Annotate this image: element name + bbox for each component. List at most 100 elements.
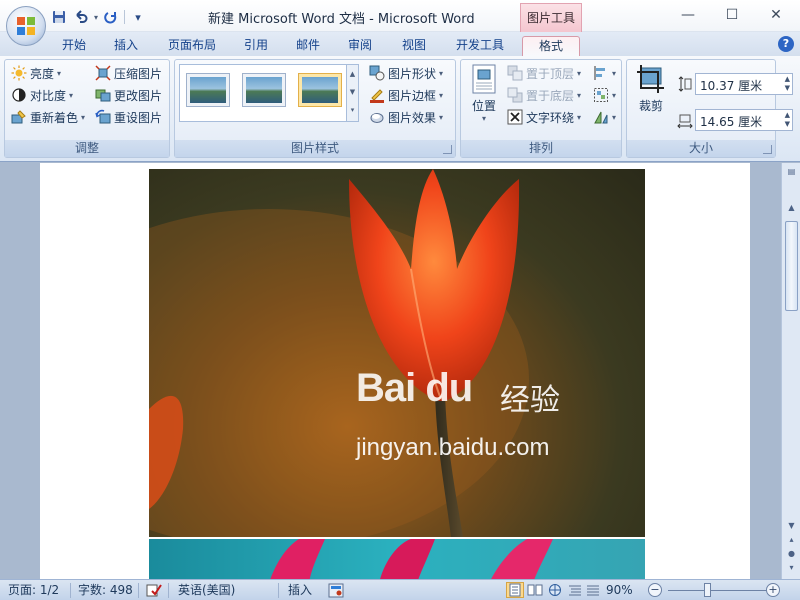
- next-page-icon[interactable]: ▾: [784, 561, 799, 575]
- bring-to-front-button[interactable]: 置于顶层 ▾: [507, 63, 581, 83]
- qat-separator: [124, 10, 126, 24]
- second-tulip-photo[interactable]: [149, 539, 645, 579]
- tab-insert[interactable]: 插入: [106, 36, 146, 56]
- size-launcher-icon[interactable]: [763, 145, 772, 154]
- height-spinner-arrows-icon[interactable]: ▲ ▼: [785, 75, 790, 93]
- picture-tools-header: 图片工具: [520, 3, 582, 32]
- close-button[interactable]: ✕: [756, 4, 796, 26]
- browse-object-icon[interactable]: ●: [784, 547, 799, 561]
- gallery-up-icon[interactable]: ▲: [347, 65, 358, 83]
- gallery-more-icon[interactable]: ▾: [347, 101, 358, 119]
- group-objects-button[interactable]: ▾: [593, 85, 616, 105]
- compress-pictures-button[interactable]: 压缩图片: [95, 63, 162, 83]
- picture-styles-gallery[interactable]: ▲ ▼ ▾: [179, 64, 359, 122]
- tab-view[interactable]: 视图: [394, 36, 434, 56]
- tab-review[interactable]: 审阅: [340, 36, 380, 56]
- office-logo-icon: [17, 17, 35, 35]
- macro-recording-icon[interactable]: [328, 583, 344, 598]
- insert-mode[interactable]: 插入: [288, 582, 312, 599]
- page-count[interactable]: 页面: 1/2: [8, 582, 59, 599]
- scroll-down-icon[interactable]: ▼: [784, 519, 799, 533]
- office-button[interactable]: [6, 6, 46, 46]
- word-count[interactable]: 字数: 498: [78, 582, 133, 599]
- picture-border-button[interactable]: 图片边框 ▾: [369, 85, 443, 105]
- zoom-in-icon[interactable]: +: [766, 583, 780, 597]
- picture-styles-launcher-icon[interactable]: [443, 145, 452, 154]
- crop-label: 裁剪: [638, 99, 663, 113]
- rotate-button[interactable]: ▾: [593, 107, 616, 127]
- previous-page-icon[interactable]: ▴: [784, 533, 799, 547]
- ruler-toggle-icon[interactable]: ▤: [784, 165, 799, 179]
- document-area[interactable]: Bai du 经验 jingyan.baidu.com: [0, 163, 780, 579]
- position-icon: [472, 64, 496, 94]
- crop-button[interactable]: 裁剪: [631, 64, 671, 114]
- style-thumbnail: [190, 77, 226, 103]
- chevron-down-icon: ▾: [612, 68, 617, 78]
- chevron-down-icon: ▾: [577, 90, 582, 100]
- picture-style-option-selected[interactable]: [298, 73, 342, 107]
- align-icon: [594, 66, 605, 80]
- chevron-down-icon: ▾: [577, 112, 582, 122]
- draft-view-button[interactable]: [584, 582, 602, 598]
- chevron-down-icon: ▾: [439, 90, 444, 100]
- picture-shape-button[interactable]: 图片形状 ▾: [369, 63, 443, 83]
- width-spinner[interactable]: 14.65 厘米 ▲ ▼: [695, 109, 793, 131]
- brightness-button[interactable]: 亮度 ▾: [11, 63, 61, 83]
- picture-style-option[interactable]: [242, 73, 286, 107]
- title-bar: ▾ ▾ 新建 Microsoft Word 文档 - Microsoft Wor…: [0, 0, 800, 32]
- tab-home[interactable]: 开始: [52, 36, 96, 56]
- undo-icon[interactable]: [72, 8, 90, 26]
- undo-dropdown-icon[interactable]: ▾: [94, 13, 98, 22]
- width-spinner-arrows-icon[interactable]: ▲ ▼: [785, 111, 790, 129]
- reset-picture-button[interactable]: 重设图片: [95, 107, 162, 127]
- tulip-photo[interactable]: [149, 169, 645, 537]
- send-to-back-button[interactable]: 置于底层 ▾: [507, 85, 581, 105]
- tab-mailings[interactable]: 邮件: [288, 36, 328, 56]
- help-icon[interactable]: ?: [778, 36, 794, 52]
- tulip-illustration: [149, 169, 529, 537]
- web-layout-button[interactable]: [546, 582, 564, 598]
- status-separator: [278, 583, 279, 598]
- width-value: 14.65 厘米: [700, 115, 763, 129]
- ribbon-tab-bar: 开始 插入 页面布局 引用 邮件 审阅 视图 开发工具 格式 ?: [0, 32, 800, 56]
- vertical-scrollbar[interactable]: ▤ ▲ ▼ ▴ ● ▾: [781, 163, 800, 579]
- group-objects-icon: [594, 88, 608, 102]
- scroll-up-icon[interactable]: ▲: [784, 201, 799, 215]
- zoom-slider-track[interactable]: [668, 590, 768, 591]
- tab-developer[interactable]: 开发工具: [448, 36, 512, 56]
- gallery-down-icon[interactable]: ▼: [347, 83, 358, 101]
- zoom-level[interactable]: 90%: [606, 582, 633, 599]
- height-icon: [678, 76, 692, 92]
- full-screen-reading-button[interactable]: [526, 582, 544, 598]
- zoom-slider-knob[interactable]: [704, 583, 711, 597]
- position-button[interactable]: 位置 ▾: [467, 64, 501, 123]
- redo-icon[interactable]: [102, 8, 120, 26]
- style-thumbnail: [246, 77, 282, 103]
- outline-view-button[interactable]: [566, 582, 584, 598]
- contrast-button[interactable]: 对比度 ▾: [11, 85, 73, 105]
- save-icon[interactable]: [50, 8, 68, 26]
- tab-format[interactable]: 格式: [522, 36, 580, 56]
- scroll-thumb[interactable]: [785, 221, 798, 311]
- chevron-down-icon: ▾: [81, 112, 86, 122]
- minimize-button[interactable]: —: [668, 4, 708, 26]
- group-arrange: 位置 ▾ 置于顶层 ▾ 置于底层 ▾ 文字环绕 ▾ ▾ ▾ ▾ 排列: [460, 59, 622, 158]
- language[interactable]: 英语(美国): [178, 582, 235, 599]
- draft-icon: [587, 585, 599, 596]
- text-wrapping-button[interactable]: 文字环绕 ▾: [507, 107, 581, 127]
- status-separator: [138, 583, 139, 598]
- tab-references[interactable]: 引用: [236, 36, 276, 56]
- spelling-check-icon[interactable]: [146, 583, 162, 598]
- zoom-out-icon[interactable]: −: [648, 583, 662, 597]
- change-picture-button[interactable]: 更改图片: [95, 85, 162, 105]
- recolor-button[interactable]: 重新着色 ▾: [11, 107, 85, 127]
- picture-effects-button[interactable]: 图片效果 ▾: [369, 107, 443, 127]
- height-spinner[interactable]: 10.37 厘米 ▲ ▼: [695, 73, 793, 95]
- align-button[interactable]: ▾: [593, 63, 616, 83]
- maximize-button[interactable]: ☐: [712, 4, 752, 26]
- print-layout-view-button[interactable]: [506, 582, 524, 598]
- picture-style-option[interactable]: [186, 73, 230, 107]
- gallery-scrollbar[interactable]: ▲ ▼ ▾: [346, 65, 358, 121]
- tab-page-layout[interactable]: 页面布局: [160, 36, 224, 56]
- customize-qat-icon[interactable]: ▾: [129, 8, 147, 26]
